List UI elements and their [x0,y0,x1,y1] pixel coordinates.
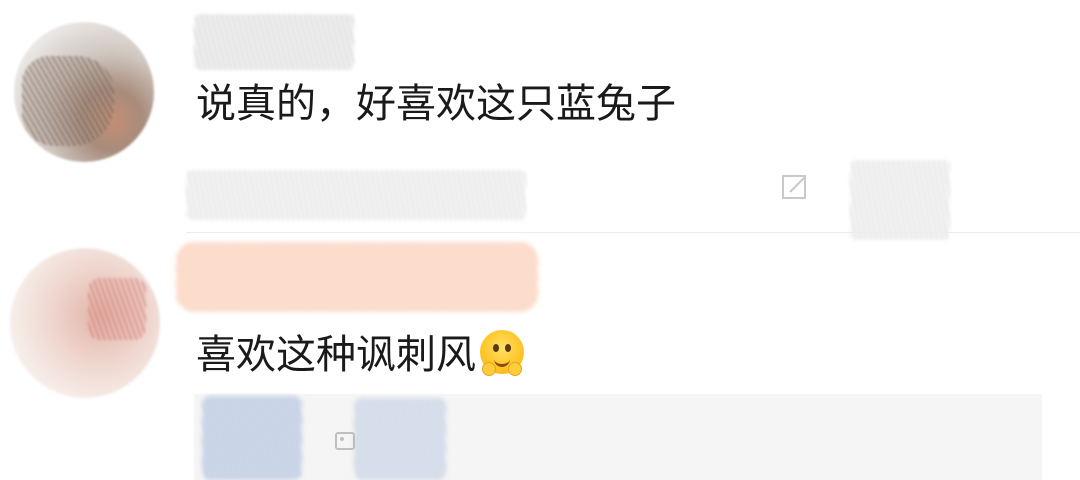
comment-item: 喜欢这种讽刺风 [0,236,1080,480]
comment-text: 喜欢这种讽刺风 [196,332,476,378]
username-redacted[interactable] [176,242,538,312]
comment-text-row: 喜欢这种讽刺风 [196,330,524,378]
reply-author-redacted [202,396,302,480]
avatar[interactable] [10,248,160,398]
comment-text: 说真的，好喜欢这只蓝兔子 [196,81,676,127]
divider [186,232,1080,233]
comment-item: 说真的，好喜欢这只蓝兔子 [0,0,1080,240]
comment-meta-redacted [186,170,526,220]
reply-preview-box[interactable] [194,394,1042,480]
edit-icon[interactable] [780,172,810,202]
username-redacted[interactable] [194,14,354,70]
image-icon [335,432,355,450]
avatar[interactable] [14,22,154,162]
reply-content-redacted [354,398,446,480]
holding-back-tears-emoji-icon [480,330,524,376]
like-count-redacted[interactable] [850,160,950,240]
